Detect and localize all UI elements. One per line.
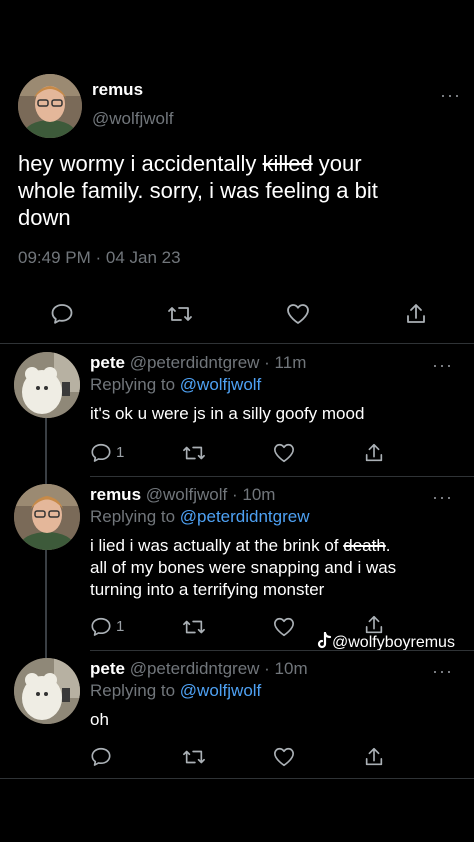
author-name[interactable]: pete	[90, 659, 125, 678]
replying-to: Replying to @wolfjwolf	[90, 681, 261, 701]
reply-text-line: turning into a terrifying monster	[90, 580, 325, 599]
reply-text-line: all of my bones were snapping and i was	[90, 558, 397, 577]
struck-word: death	[343, 536, 386, 555]
retweet-icon[interactable]	[182, 746, 206, 768]
author-name[interactable]: remus	[92, 80, 143, 100]
replying-to-link[interactable]: @peterdidntgrew	[180, 507, 310, 526]
struck-word: killed	[262, 151, 313, 176]
reply-header: remus @wolfjwolf · 10m	[90, 485, 275, 505]
divider	[0, 343, 474, 344]
share-icon[interactable]	[363, 442, 385, 464]
like-icon[interactable]	[272, 442, 296, 464]
reply-text: oh	[90, 710, 109, 729]
thread-line	[45, 550, 47, 658]
author-handle[interactable]: @wolfjwolf	[92, 109, 174, 129]
author-name[interactable]: pete	[90, 353, 125, 372]
author-name[interactable]: remus	[90, 485, 141, 504]
avatar[interactable]	[14, 484, 80, 550]
share-icon[interactable]	[404, 302, 428, 326]
reply-time: · 11m	[264, 353, 307, 372]
avatar[interactable]	[14, 658, 80, 724]
retweet-icon[interactable]	[182, 616, 206, 638]
divider	[90, 476, 474, 477]
reply-icon[interactable]	[90, 442, 112, 464]
replying-to-link[interactable]: @wolfjwolf	[180, 681, 262, 700]
author-handle[interactable]: @peterdidntgrew	[130, 353, 260, 372]
more-options-icon[interactable]: ···	[440, 86, 461, 104]
reply-count: 1	[116, 618, 125, 635]
reply-text-part: .	[385, 536, 391, 555]
reply-text-part: i lied i was actually at the brink of	[90, 536, 344, 555]
reply-header: pete @peterdidntgrew · 10m	[90, 659, 308, 679]
replying-prefix: Replying to	[90, 375, 180, 394]
reply-time: · 10m	[264, 659, 308, 678]
share-icon[interactable]	[363, 746, 385, 768]
tweet-text-line: down	[18, 205, 71, 230]
replying-to: Replying to @wolfjwolf	[90, 375, 261, 395]
thread-line	[45, 418, 47, 484]
tweet-text: hey wormy i accidentally killed your who…	[18, 150, 458, 231]
replying-to-link[interactable]: @wolfjwolf	[180, 375, 262, 394]
divider	[90, 650, 474, 651]
more-options-icon[interactable]: ···	[432, 488, 453, 506]
reply-icon[interactable]	[90, 746, 112, 768]
tiktok-icon	[316, 632, 332, 650]
reply-header: pete @peterdidntgrew · 11m	[90, 353, 306, 373]
like-icon[interactable]	[272, 746, 296, 768]
replying-prefix: Replying to	[90, 681, 180, 700]
replying-prefix: Replying to	[90, 507, 180, 526]
reply-icon[interactable]	[50, 302, 74, 326]
like-icon[interactable]	[285, 302, 311, 326]
author-handle[interactable]: @peterdidntgrew	[130, 659, 260, 678]
author-handle[interactable]: @wolfjwolf	[146, 485, 228, 504]
tweet-text-line: whole family. sorry, i was feeling a bit	[18, 178, 378, 203]
retweet-icon[interactable]	[167, 302, 193, 326]
more-options-icon[interactable]: ···	[432, 356, 453, 374]
reply-text: i lied i was actually at the brink of de…	[90, 535, 470, 601]
reply-text: it's ok u were js in a silly goofy mood	[90, 404, 365, 423]
divider	[0, 778, 474, 779]
watermark-text: @wolfyboyremus	[332, 634, 455, 651]
reply-time: · 10m	[232, 485, 276, 504]
tweet-timestamp[interactable]: 09:49 PM · 04 Jan 23	[18, 248, 181, 268]
avatar[interactable]	[18, 74, 82, 138]
tweet-text-part: hey wormy i accidentally	[18, 151, 263, 176]
reply-icon[interactable]	[90, 616, 112, 638]
tweet-text-part: your	[312, 151, 362, 176]
watermark: @wolfyboyremus	[316, 632, 455, 652]
replying-to: Replying to @peterdidntgrew	[90, 507, 310, 527]
reply-count: 1	[116, 444, 125, 461]
like-icon[interactable]	[272, 616, 296, 638]
retweet-icon[interactable]	[182, 442, 206, 464]
avatar[interactable]	[14, 352, 80, 418]
more-options-icon[interactable]: ···	[432, 662, 453, 680]
